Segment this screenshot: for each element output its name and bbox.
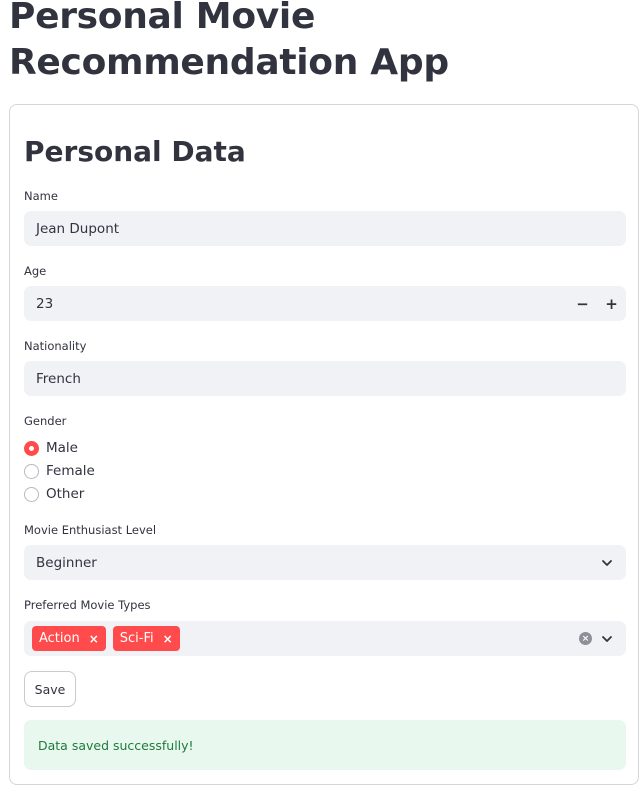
close-icon[interactable]: × bbox=[163, 632, 173, 646]
radio-selected-icon bbox=[24, 440, 39, 456]
age-value: 23 bbox=[36, 295, 54, 312]
chevron-down-icon bbox=[602, 560, 612, 566]
chevron-down-icon[interactable] bbox=[600, 632, 614, 646]
age-number-input[interactable]: 23 − + bbox=[24, 286, 626, 321]
section-title: Personal Data bbox=[24, 135, 246, 168]
gender-option-female[interactable]: Female bbox=[24, 462, 95, 480]
radio-unselected-icon bbox=[24, 486, 39, 502]
name-input[interactable]: Jean Dupont bbox=[24, 211, 626, 246]
gender-option-label: Female bbox=[46, 463, 95, 479]
gender-label: Gender bbox=[24, 414, 67, 428]
tag-action: Action × bbox=[32, 626, 106, 651]
app-title: Personal Movie Recommendation App bbox=[9, 0, 449, 83]
name-value: Jean Dupont bbox=[36, 220, 120, 237]
success-alert: Data saved successfully! bbox=[24, 720, 626, 770]
tag-sci-fi: Sci-Fi × bbox=[112, 626, 180, 651]
close-icon[interactable]: × bbox=[89, 632, 99, 646]
save-button[interactable]: Save bbox=[24, 671, 76, 707]
nationality-input[interactable]: French bbox=[24, 361, 626, 396]
enthusiast-level-select[interactable]: Beginner bbox=[24, 545, 626, 580]
enthusiast-level-value: Beginner bbox=[36, 554, 97, 571]
age-stepper: − + bbox=[568, 286, 626, 321]
personal-data-form: Personal Data Name Jean Dupont Age 23 − … bbox=[9, 104, 639, 785]
gender-option-label: Male bbox=[46, 440, 78, 456]
success-message: Data saved successfully! bbox=[38, 737, 194, 753]
nationality-label: Nationality bbox=[24, 339, 87, 353]
enthusiast-level-label: Movie Enthusiast Level bbox=[24, 523, 157, 537]
radio-unselected-icon bbox=[24, 463, 39, 479]
gender-option-male[interactable]: Male bbox=[24, 439, 78, 457]
age-label: Age bbox=[24, 264, 47, 278]
clear-icon[interactable]: × bbox=[579, 632, 592, 645]
age-increment-button[interactable]: + bbox=[597, 286, 626, 321]
name-label: Name bbox=[24, 189, 58, 203]
gender-option-other[interactable]: Other bbox=[24, 485, 84, 503]
movie-types-label: Preferred Movie Types bbox=[24, 598, 151, 612]
nationality-value: French bbox=[36, 370, 81, 387]
movie-types-multiselect[interactable]: Action × Sci-Fi × × bbox=[24, 621, 626, 656]
tag-label: Action bbox=[39, 631, 80, 646]
gender-option-label: Other bbox=[46, 486, 85, 502]
tag-label: Sci-Fi bbox=[119, 631, 154, 646]
age-decrement-button[interactable]: − bbox=[568, 286, 597, 321]
